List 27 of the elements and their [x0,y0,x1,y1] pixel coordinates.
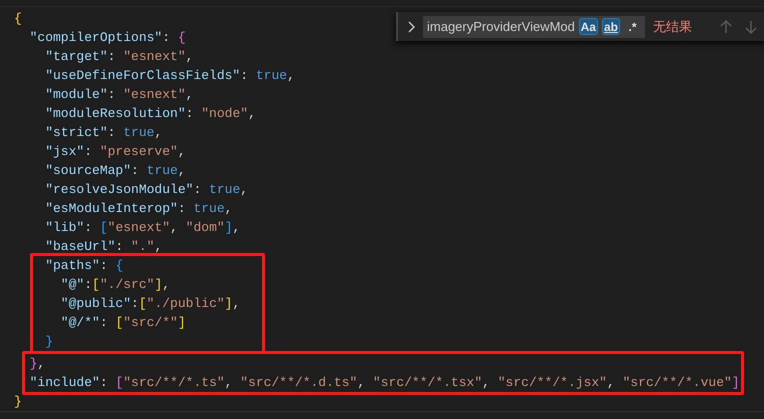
code-line: "@/*": ["src/*"] [60,314,186,332]
find-option-toggle[interactable]: .* [624,18,641,35]
chevron-icon[interactable] [406,20,416,32]
code-line: "sourceMap": true, [44,162,186,180]
code-line: "useDefineForClassFields": true, [44,66,295,85]
code-line: "moduleResolution": "node", [44,104,256,123]
find-option-toggle[interactable]: ab [602,18,620,35]
code-line: "paths": { [44,256,124,275]
code-line: "include": ["src/**/*.ts", "src/**/*.d.ts", "src/**/*.tsx", "src/**/*.jsx", "src/**/*.vue"] [28,374,740,392]
no-results-text: 无结果 [653,18,693,36]
code-line: "baseUrl": ".", [44,238,162,256]
code-line: "module": "esnext", [44,86,194,104]
code-line: "resolveJsonModule": true, [44,180,248,199]
code-line: "@":["./src"], [60,276,170,294]
code-line: "@public":["./public"], [60,294,240,313]
code-line: } [44,332,54,351]
code-line: "lib": ["esnext", "dom"], [44,218,240,237]
code-line: "esModuleInterop": true, [44,200,232,218]
code-line: "jsx": "preserve", [44,142,186,161]
find-option-toggle[interactable]: Aa [578,18,598,35]
code-line: "compilerOptions": { [28,28,186,47]
code-line: }, [28,354,46,373]
find-input-field[interactable]: imageryProviderViewMod Aa ab .* [423,16,645,38]
code-line: } [14,392,22,411]
code-line: "target": "esnext", [44,48,194,66]
code-line: "strict": true, [44,124,162,142]
code-line: { [14,10,22,28]
